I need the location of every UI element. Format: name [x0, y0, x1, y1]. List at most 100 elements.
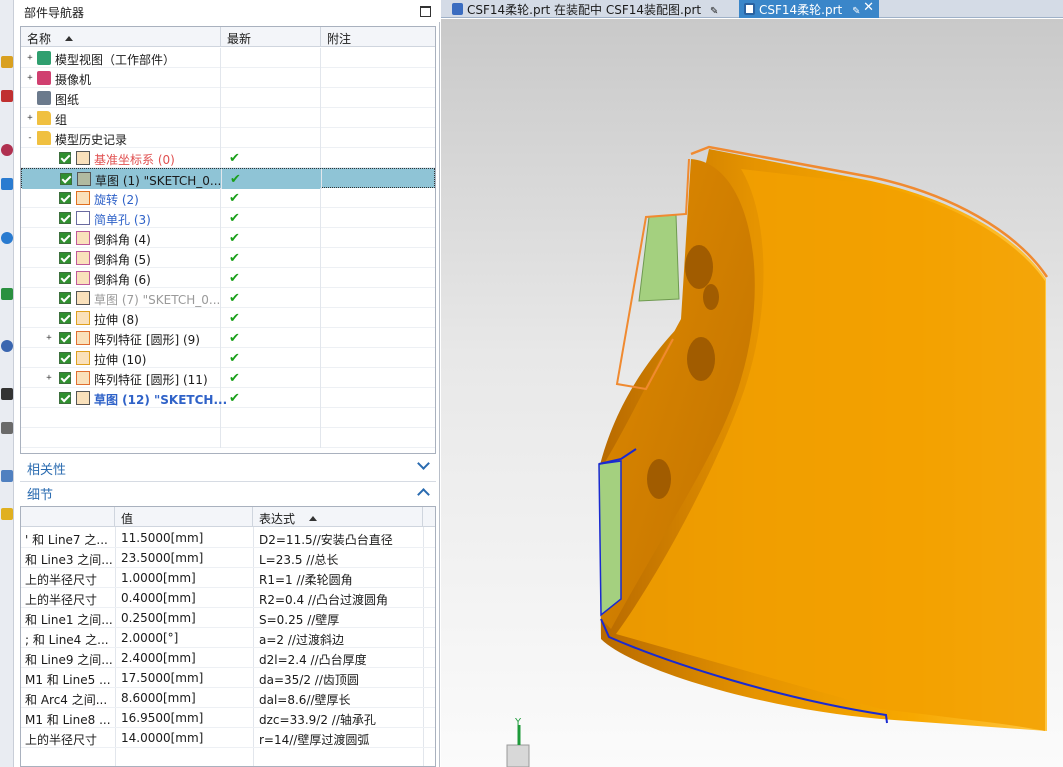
- edit-file-icon[interactable]: ✎: [710, 6, 718, 17]
- tree-row[interactable]: + 阵列特征 [圆形] (11) ✔: [21, 368, 435, 388]
- expand-icon[interactable]: +: [45, 334, 53, 343]
- details-row[interactable]: 和 Line3 之间... 23.5000[mm] L=23.5 //总长: [21, 548, 435, 568]
- tree-row[interactable]: 草图 (12) "SKETCH... ✔: [21, 388, 435, 408]
- mounting-hole[interactable]: [687, 337, 715, 381]
- visibility-checkbox[interactable]: [59, 332, 71, 344]
- details-column-expression-label: 表达式: [259, 512, 296, 526]
- part-model-view[interactable]: Y: [441, 19, 1063, 767]
- view-triad-cube[interactable]: [506, 744, 530, 767]
- chevron-down-icon: [417, 457, 430, 470]
- visibility-checkbox[interactable]: [59, 292, 71, 304]
- tree-row[interactable]: 倒斜角 (5) ✔: [21, 248, 435, 268]
- visibility-checkbox[interactable]: [59, 152, 71, 164]
- edit-file-icon[interactable]: ✎: [852, 6, 860, 17]
- details-row[interactable]: 和 Line1 之间... 0.2500[mm] S=0.25 //壁厚: [21, 608, 435, 628]
- tree-cell-latest: ✔: [221, 208, 321, 228]
- details-row[interactable]: 和 Line9 之间... 2.4000[mm] d2l=2.4 //凸台厚度: [21, 648, 435, 668]
- tab-assembly-context[interactable]: CSF14柔轮.prt 在装配中 CSF14装配图.prt ✎: [447, 0, 729, 18]
- details-row[interactable]: ; 和 Line4 之... 2.0000[°] a=2 //过渡斜边: [21, 628, 435, 648]
- expand-icon[interactable]: +: [45, 374, 53, 383]
- collapse-icon[interactable]: -: [26, 134, 34, 143]
- web-browser-icon[interactable]: [1, 232, 13, 244]
- details-column-expression[interactable]: 表达式: [253, 507, 423, 527]
- details-cell-name: 上的半径尺寸: [25, 593, 98, 607]
- mounting-hole[interactable]: [703, 284, 719, 310]
- details-row[interactable]: M1 和 Line5 ... 17.5000[mm] da=35/2 //齿顶圆: [21, 668, 435, 688]
- tree-item-label: 倒斜角 (5): [94, 253, 151, 267]
- tree-row[interactable]: 图纸: [21, 88, 435, 108]
- tree-item-label: 旋转 (2): [94, 193, 139, 207]
- tab-flexspline-part[interactable]: CSF14柔轮.prt ✎ ✕: [739, 0, 879, 18]
- details-section-header[interactable]: 细节: [20, 481, 436, 503]
- constraint-navigator-icon[interactable]: [1, 90, 13, 102]
- column-header-notes[interactable]: 附注: [321, 27, 435, 47]
- visibility-checkbox[interactable]: [59, 312, 71, 324]
- expand-icon[interactable]: +: [26, 74, 34, 83]
- tree-row[interactable]: + 模型视图（工作部件）: [21, 48, 435, 68]
- tree-cell-latest: ✔: [221, 268, 321, 288]
- tree-item-label: 简单孔 (3): [94, 213, 151, 227]
- reuse-library-icon[interactable]: [1, 178, 13, 190]
- close-tab-icon[interactable]: ✕: [863, 0, 874, 15]
- tree-row[interactable]: 基准坐标系 (0) ✔: [21, 148, 435, 168]
- tree-row[interactable]: + 摄像机: [21, 68, 435, 88]
- expand-icon[interactable]: +: [26, 54, 34, 63]
- details-row[interactable]: 和 Arc4 之间... 8.6000[mm] dal=8.6//壁厚长: [21, 688, 435, 708]
- details-cell-expr: d2l=2.4 //凸台厚度: [259, 653, 367, 667]
- up-to-date-check-icon: ✔: [229, 191, 240, 206]
- visibility-checkbox[interactable]: [59, 392, 71, 404]
- visibility-checkbox[interactable]: [59, 252, 71, 264]
- part-navigator-icon[interactable]: [1, 144, 13, 156]
- tree-cell-name: 草图 (1) "SKETCH_0...: [22, 169, 222, 189]
- tree-row[interactable]: 拉伸 (8) ✔: [21, 308, 435, 328]
- tree-row[interactable]: 草图 (1) "SKETCH_0... ✔: [21, 168, 435, 189]
- details-cell-expr: da=35/2 //齿顶圆: [259, 673, 359, 687]
- roles-icon[interactable]: [1, 470, 13, 482]
- history-icon[interactable]: [1, 288, 13, 300]
- dependencies-section-header[interactable]: 相关性: [20, 457, 436, 478]
- up-to-date-check-icon: ✔: [229, 391, 240, 406]
- tree-row[interactable]: - 模型历史记录: [21, 128, 435, 148]
- tree-row[interactable]: 简单孔 (3) ✔: [21, 208, 435, 228]
- expand-icon[interactable]: +: [26, 114, 34, 123]
- details-row[interactable]: M1 和 Line8 ... 16.9500[mm] dzc=33.9/2 //轴承…: [21, 708, 435, 728]
- tree-row[interactable]: 旋转 (2) ✔: [21, 188, 435, 208]
- tree-row[interactable]: + 组: [21, 108, 435, 128]
- maximize-icon[interactable]: [420, 6, 431, 17]
- visibility-checkbox[interactable]: [59, 212, 71, 224]
- tool-icon[interactable]: [1, 422, 13, 434]
- details-cell-name: 和 Line1 之间...: [25, 613, 113, 627]
- details-column-value[interactable]: 值: [115, 507, 253, 527]
- tree-cell-latest: ✔: [221, 288, 321, 308]
- details-column-name[interactable]: [21, 507, 115, 527]
- tree-row[interactable]: + 阵列特征 [圆形] (9) ✔: [21, 328, 435, 348]
- visibility-checkbox[interactable]: [59, 372, 71, 384]
- tree-row[interactable]: 倒斜角 (6) ✔: [21, 268, 435, 288]
- graphics-viewport[interactable]: Y: [441, 19, 1063, 767]
- clock-icon[interactable]: [1, 340, 13, 352]
- pen-icon[interactable]: [1, 388, 13, 400]
- system-materials-icon[interactable]: [1, 508, 13, 520]
- mounting-hole[interactable]: [685, 245, 713, 289]
- visibility-checkbox[interactable]: [59, 232, 71, 244]
- details-row[interactable]: 上的半径尺寸 1.0000[mm] R1=1 //柔轮圆角: [21, 568, 435, 588]
- tree-row[interactable]: 倒斜角 (4) ✔: [21, 228, 435, 248]
- visibility-checkbox[interactable]: [59, 272, 71, 284]
- details-cell-value: 0.2500[mm]: [121, 611, 196, 625]
- column-header-name[interactable]: 名称: [21, 27, 221, 47]
- column-header-latest[interactable]: 最新: [221, 27, 321, 47]
- document-tabs: CSF14柔轮.prt 在装配中 CSF14装配图.prt ✎ CSF14柔轮.…: [441, 0, 1063, 18]
- details-row[interactable]: ' 和 Line7 之... 11.5000[mm] D2=11.5//安装凸台直径: [21, 528, 435, 548]
- details-row[interactable]: 上的半径尺寸 0.4000[mm] R2=0.4 //凸台过渡圆角: [21, 588, 435, 608]
- assembly-navigator-icon[interactable]: [1, 56, 13, 68]
- tree-row[interactable]: 草图 (7) "SKETCH_0... ✔: [21, 288, 435, 308]
- tree-row[interactable]: 拉伸 (10) ✔: [21, 348, 435, 368]
- visibility-checkbox[interactable]: [60, 173, 72, 185]
- visibility-checkbox[interactable]: [59, 192, 71, 204]
- tree-cell-name: + 阵列特征 [圆形] (11): [21, 368, 221, 388]
- visibility-checkbox[interactable]: [59, 352, 71, 364]
- feature-icon: [76, 371, 90, 385]
- feature-icon: [76, 331, 90, 345]
- details-row[interactable]: 上的半径尺寸 14.0000[mm] r=14//壁厚过渡圆弧: [21, 728, 435, 748]
- mounting-hole[interactable]: [647, 459, 671, 499]
